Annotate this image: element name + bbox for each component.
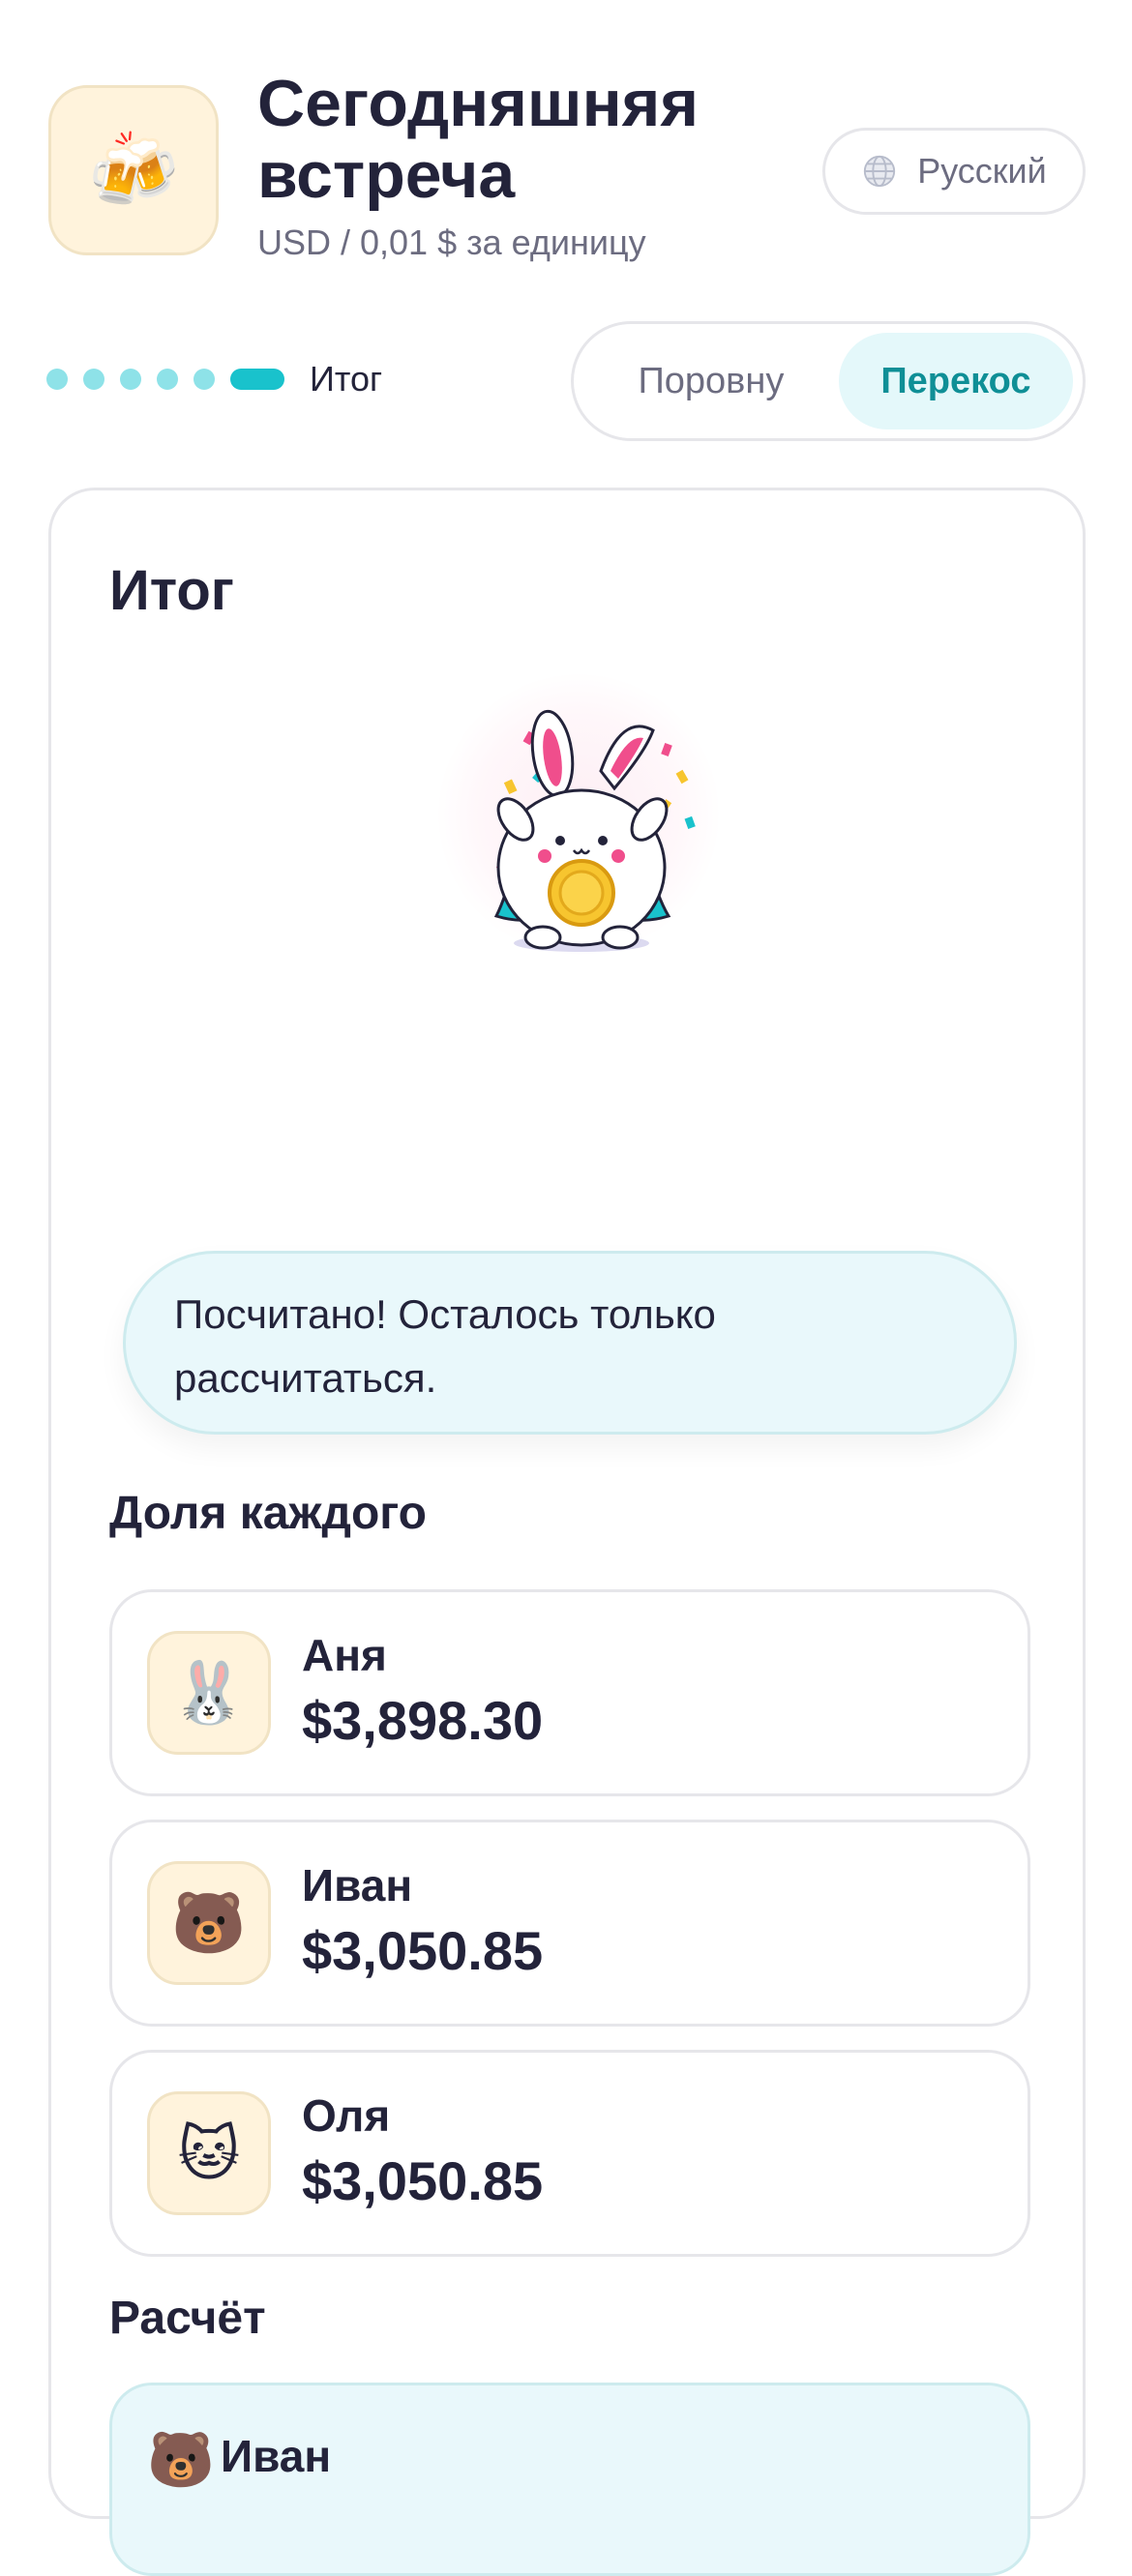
language-button[interactable]: Русский: [822, 128, 1086, 215]
result-message: Посчитано! Осталось только рассчитаться.: [123, 1251, 1017, 1435]
step-label: Итог: [310, 359, 383, 399]
share-item-anya: 🐰 Аня $3,898.30: [109, 1589, 1030, 1796]
rabbit-avatar-icon: 🐰: [147, 1631, 271, 1755]
step-dot: [46, 369, 68, 390]
shares-title: Доля каждого: [109, 1488, 427, 1539]
bear-avatar-icon: 🐻: [147, 2429, 215, 2490]
summary-card: Итог Посчитано! Осталось только рассчита…: [48, 488, 1086, 2576]
step-progress: Итог: [46, 359, 383, 399]
cat-avatar-icon: 🐱: [147, 2091, 271, 2215]
person-name: Аня: [302, 1630, 387, 1680]
step-dot: [83, 369, 104, 390]
header: 🍻 Сегодняшняя встреча USD / 0,01 $ за ед…: [0, 0, 1132, 290]
bear-avatar-icon: 🐻: [147, 1861, 271, 1985]
share-item-olya: 🐱 Оля $3,050.85: [109, 2050, 1030, 2257]
shares-list: 🐰 Аня $3,898.30 🐻 Иван $3,050.85 🐱 Оля $…: [109, 1589, 1030, 2280]
person-amount: $3,050.85: [302, 2150, 544, 2211]
person-amount: $3,050.85: [302, 1920, 544, 1981]
settlement-item: 🐻 Иван: [109, 2383, 1030, 2576]
step-dot-active: [230, 369, 284, 390]
settlement-title: Расчёт: [109, 2293, 266, 2344]
bunny-mascot-icon: [493, 709, 696, 952]
person-name: Оля: [302, 2090, 391, 2141]
app-icon: 🍻: [48, 85, 219, 255]
language-label: Русский: [917, 151, 1047, 191]
summary-title: Итог: [109, 559, 234, 622]
page-title: Сегодняшняя встреча: [257, 67, 700, 212]
globe-icon: [864, 155, 896, 188]
step-dot: [194, 369, 215, 390]
person-name: Иван: [302, 1860, 413, 1910]
mode-skew-button[interactable]: Перекос: [838, 333, 1073, 429]
mode-equal-button[interactable]: Поровну: [583, 333, 839, 429]
mascot-illustration: [438, 674, 719, 955]
share-item-ivan: 🐻 Иван $3,050.85: [109, 1820, 1030, 2027]
person-amount: $3,898.30: [302, 1690, 544, 1751]
currency-subtitle: USD / 0,01 $ за единицу: [257, 222, 646, 262]
step-dot: [120, 369, 141, 390]
split-mode-toggle: Поровну Перекос: [571, 321, 1086, 441]
step-dot: [157, 369, 178, 390]
settlement-person-name: Иван: [221, 2431, 332, 2481]
